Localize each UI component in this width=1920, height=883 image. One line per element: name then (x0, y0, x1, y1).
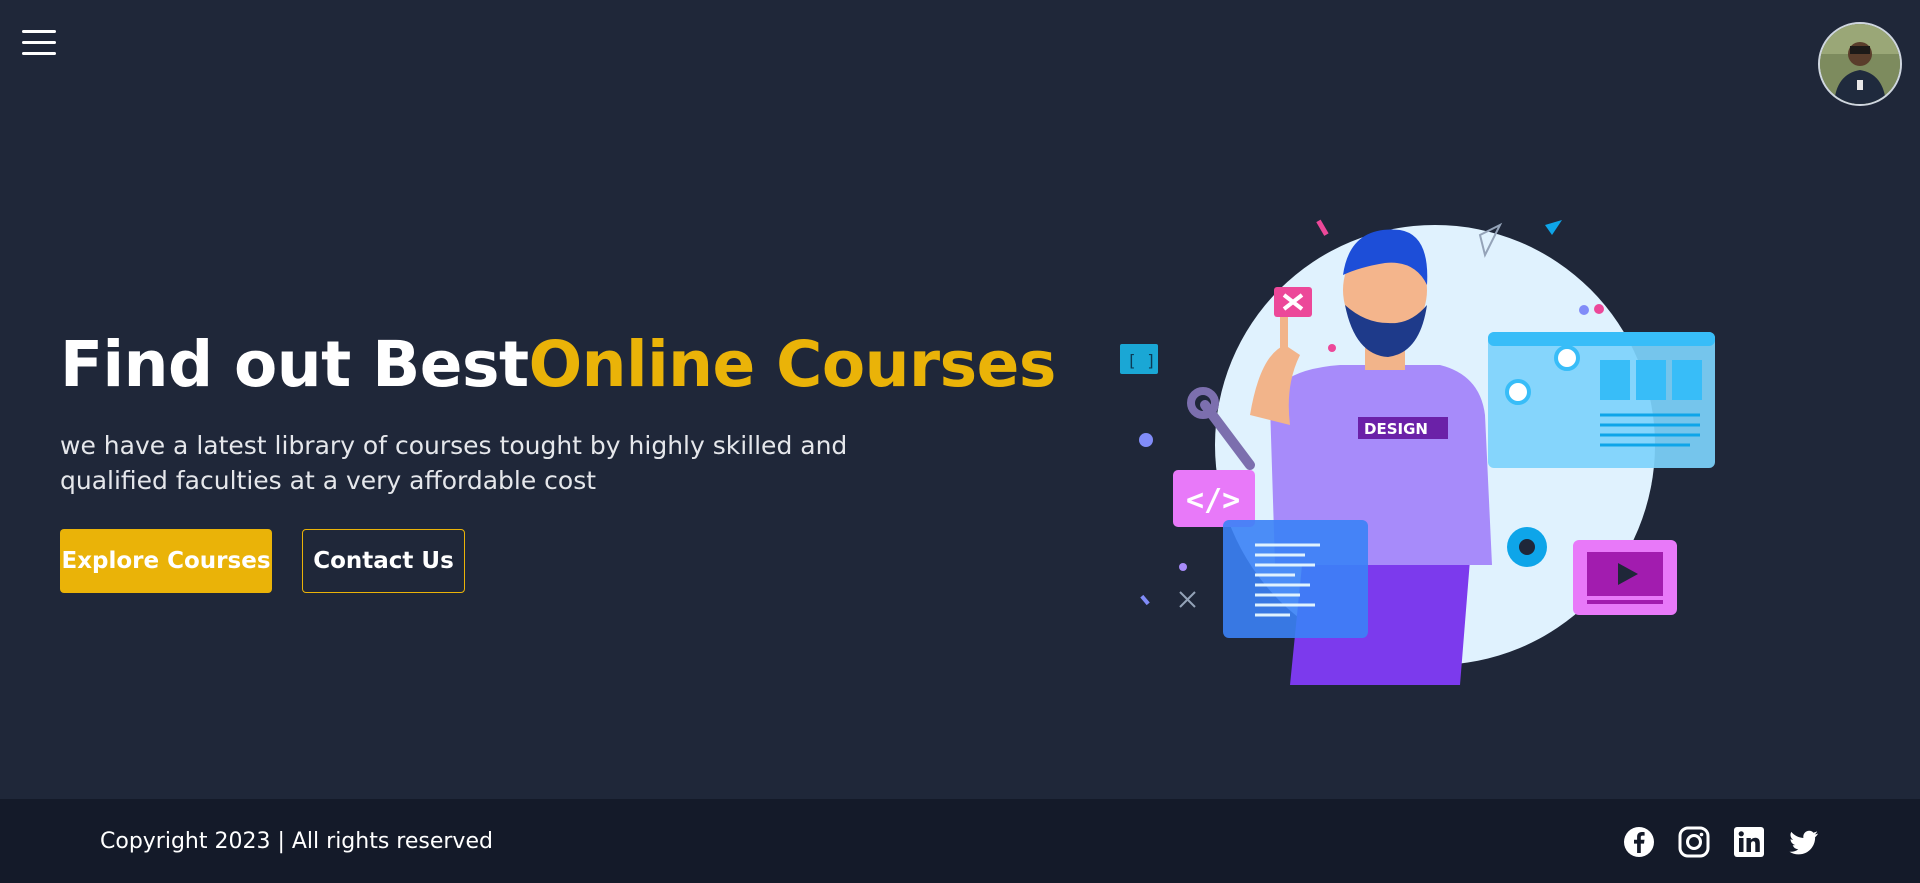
hero-illustration: [ ] DESIGN </> (1100, 205, 1740, 685)
top-bar (0, 0, 1920, 120)
contact-us-button[interactable]: Contact Us (302, 529, 465, 593)
hero-title: Find out BestOnline Courses (60, 328, 1056, 401)
instagram-icon[interactable] (1678, 826, 1710, 858)
svg-text:[ ]: [ ] (1127, 351, 1156, 370)
hero-title-main: Find out Best (60, 328, 529, 401)
hamburger-menu-icon[interactable] (20, 28, 60, 58)
user-avatar[interactable] (1818, 22, 1902, 106)
illustration-design-label: DESIGN (1364, 420, 1428, 438)
hero-actions: Explore Courses Contact Us (60, 529, 960, 593)
hero-section: Find out BestOnline Courses we have a la… (60, 328, 1056, 593)
hero-title-highlight: Online Courses (528, 328, 1057, 401)
site-footer: Copyright 2023 | All rights reserved (0, 799, 1920, 883)
facebook-icon[interactable] (1623, 826, 1655, 858)
avatar-image (1820, 24, 1900, 104)
hero-description: we have a latest library of courses toug… (60, 431, 848, 495)
twitter-icon[interactable] (1788, 826, 1820, 858)
linkedin-icon[interactable] (1733, 826, 1765, 858)
copyright-text: Copyright 2023 | All rights reserved (100, 829, 493, 854)
explore-courses-button[interactable]: Explore Courses (60, 529, 272, 593)
svg-text:</>: </> (1186, 483, 1240, 518)
